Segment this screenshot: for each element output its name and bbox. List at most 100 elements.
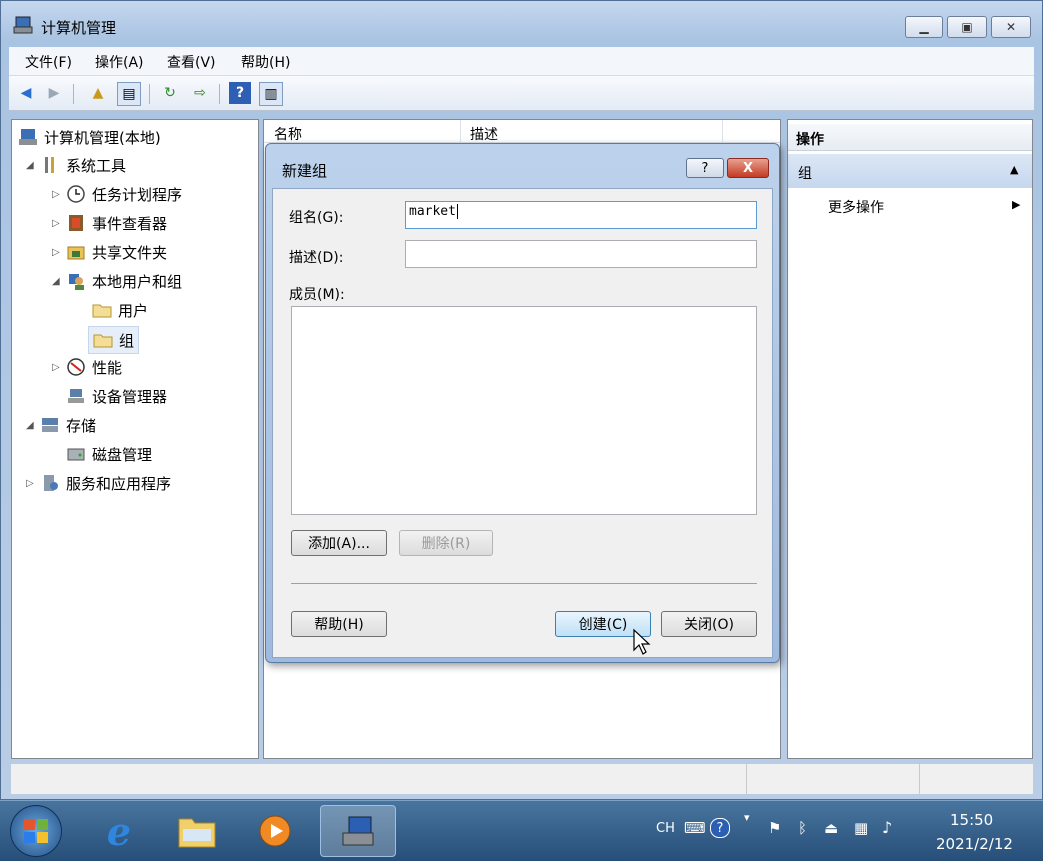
help-icon[interactable]: ? [229, 82, 251, 104]
mouse-pointer-icon [633, 628, 651, 655]
expand-arrow-icon[interactable]: ▷ [26, 478, 40, 489]
collapse-up-icon[interactable]: ▲ [1010, 163, 1018, 176]
dialog-help-button[interactable]: ? [686, 158, 724, 178]
collapse-arrow-icon[interactable]: ◢ [52, 276, 66, 287]
minimize-button[interactable]: ▁ [905, 16, 943, 38]
volume-icon[interactable]: ♪ [882, 818, 892, 837]
tree-item-label: 存储 [66, 416, 97, 435]
expand-arrow-icon[interactable]: ▷ [52, 247, 66, 258]
members-label: 成员(M): [289, 287, 345, 303]
group-name-input[interactable]: market [405, 201, 757, 229]
menu-file[interactable]: 文件(F) [25, 52, 72, 72]
menu-help[interactable]: 帮助(H) [241, 52, 290, 72]
tree-item-groups[interactable]: 组 [88, 326, 140, 354]
tree-item-device-manager[interactable]: 设备管理器 [66, 383, 167, 409]
tree-item-computer-management[interactable]: 计算机管理(本地) [18, 124, 161, 150]
ime-options-icon[interactable]: ▾ [744, 811, 750, 824]
expand-arrow-icon[interactable]: ▷ [52, 218, 66, 229]
members-list[interactable] [291, 306, 757, 515]
expand-arrow-icon[interactable]: ▷ [52, 362, 66, 373]
folder-icon [93, 334, 113, 348]
column-header-description[interactable]: 描述 [470, 124, 498, 144]
taskbar-internet-explorer[interactable]: e [86, 805, 152, 857]
export-list-icon[interactable]: ⇨ [189, 82, 211, 104]
column-header-name[interactable]: 名称 [274, 124, 302, 144]
menu-view[interactable]: 查看(V) [167, 52, 216, 72]
help-icon[interactable]: ? [710, 818, 730, 838]
status-divider [746, 764, 747, 794]
tree-item-task-scheduler[interactable]: ▷ 任务计划程序 [52, 181, 182, 207]
taskbar-explorer[interactable] [164, 805, 230, 857]
tree-item-local-users-groups[interactable]: ◢ 本地用户和组 [52, 268, 182, 294]
show-hide-tree-icon[interactable]: ▤ [117, 82, 141, 106]
tree-item-label: 共享文件夹 [92, 243, 168, 262]
minimize-icon: ▁ [919, 20, 929, 34]
group-name-label: 组名(G): [289, 210, 344, 226]
tree-item-label: 系统工具 [66, 156, 127, 175]
tree-item-label: 任务计划程序 [92, 185, 183, 204]
keyboard-icon[interactable]: ⌨ [684, 819, 706, 837]
internet-explorer-icon: e [106, 808, 132, 854]
network-icon[interactable]: ▦ [854, 819, 868, 837]
add-member-button[interactable]: 添加(A)... [291, 530, 387, 556]
tree-item-storage[interactable]: ◢ 存储 [26, 412, 96, 438]
language-indicator[interactable]: CH [656, 821, 675, 836]
tree-item-label: 本地用户和组 [92, 272, 183, 291]
bluetooth-icon[interactable]: ᛒ [798, 819, 807, 837]
remove-member-button[interactable]: 删除(R) [399, 530, 493, 556]
refresh-icon[interactable]: ↻ [159, 82, 181, 104]
tree-item-label: 设备管理器 [92, 387, 168, 406]
tree-item-shared-folders[interactable]: ▷ 共享文件夹 [52, 239, 167, 265]
column-divider[interactable] [460, 120, 461, 142]
tree-item-users[interactable]: 用户 [92, 297, 148, 323]
back-icon[interactable]: ◀ [15, 82, 37, 104]
help-button[interactable]: 帮助(H) [291, 611, 387, 637]
file-explorer-icon [178, 818, 216, 848]
more-actions-label: 更多操作 [828, 200, 884, 216]
maximize-button[interactable]: ▣ [947, 16, 987, 38]
clock-date[interactable]: 2021/2/12 [936, 835, 1013, 853]
column-divider[interactable] [722, 120, 723, 142]
computer-management-icon [342, 816, 374, 846]
tree-item-event-viewer[interactable]: ▷ 事件查看器 [52, 210, 167, 236]
collapse-arrow-icon[interactable]: ◢ [26, 160, 40, 171]
event-viewer-icon [69, 215, 83, 231]
taskbar-media-player[interactable] [242, 805, 308, 857]
window-title: 计算机管理 [41, 19, 117, 37]
actions-section-groups[interactable]: 组 ▲ [788, 154, 1032, 188]
tree-item-label: 磁盘管理 [92, 445, 153, 464]
menu-action[interactable]: 操作(A) [95, 52, 144, 72]
usb-device-icon[interactable]: ⏏ [824, 819, 838, 837]
start-button[interactable] [10, 805, 62, 857]
close-dialog-button[interactable]: 关闭(O) [661, 611, 757, 637]
tree-item-label: 事件查看器 [92, 214, 168, 233]
description-label: 描述(D): [289, 250, 344, 266]
toolbar-separator [219, 84, 220, 104]
up-folder-icon[interactable]: ▲ [87, 82, 109, 104]
tree-item-disk-management[interactable]: 磁盘管理 [66, 441, 152, 467]
performance-icon [67, 358, 85, 376]
dialog-close-button[interactable]: X [727, 158, 769, 178]
toolbar-separator [149, 84, 150, 104]
show-hide-action-pane-icon[interactable]: ▥ [259, 82, 283, 106]
taskbar-computer-management[interactable] [320, 805, 396, 857]
media-player-icon [259, 815, 291, 847]
menu-bar: 文件(F) 操作(A) 查看(V) 帮助(H) [9, 47, 1034, 76]
more-actions-item[interactable]: 更多操作 ▶ [788, 194, 1032, 220]
tree-item-performance[interactable]: ▷ 性能 [52, 354, 122, 380]
disk-icon [67, 448, 85, 461]
tree-item-services-applications[interactable]: ▷ 服务和应用程序 [26, 470, 171, 496]
description-input[interactable] [405, 240, 757, 268]
action-center-flag-icon[interactable]: ⚑ [768, 819, 781, 837]
tree-item-system-tools[interactable]: ◢ 系统工具 [26, 152, 126, 178]
close-button[interactable]: ✕ [991, 16, 1031, 38]
computer-management-icon [13, 16, 33, 34]
dialog-title: 新建组 [282, 162, 328, 180]
clock-icon [67, 185, 85, 203]
forward-icon[interactable]: ▶ [43, 82, 65, 104]
dialog-separator [291, 583, 757, 584]
clock-time[interactable]: 15:50 [950, 811, 993, 829]
collapse-arrow-icon[interactable]: ◢ [26, 420, 40, 431]
title-bar: 计算机管理 ▁ ▣ ✕ [1, 1, 1042, 45]
expand-arrow-icon[interactable]: ▷ [52, 189, 66, 200]
